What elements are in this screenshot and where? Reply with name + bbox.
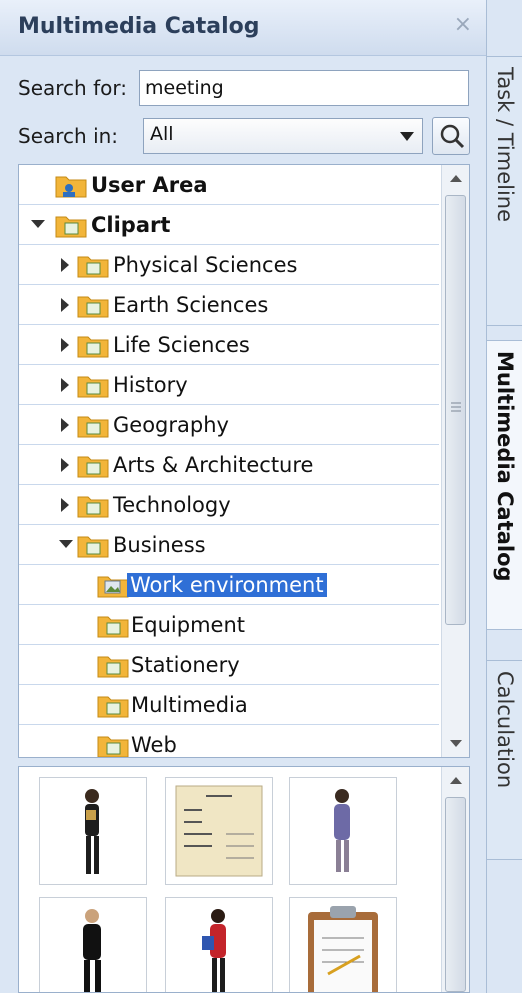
tree-item-clipart[interactable]: Clipart	[19, 205, 439, 245]
folder-icon	[97, 696, 129, 718]
tree-item-label: Work environment	[127, 573, 327, 597]
search-in-value: All	[150, 123, 174, 145]
tree-item-equipment[interactable]: Equipment	[19, 605, 439, 645]
folder-icon	[77, 456, 109, 478]
tree-item-physical-sciences[interactable]: Physical Sciences	[19, 245, 439, 285]
tab-task-timeline[interactable]: Task / Timeline	[487, 56, 522, 326]
tree-item-stationery[interactable]: Stationery	[19, 645, 439, 685]
thumbnail-item[interactable]	[289, 897, 397, 992]
folder-icon	[77, 296, 109, 318]
search-in-label: Search in:	[18, 124, 119, 148]
folder-icon	[55, 216, 87, 238]
tree-item-web[interactable]: Web	[19, 725, 439, 757]
panel-title: Multimedia Catalog	[18, 14, 260, 39]
tree-item-life-sciences[interactable]: Life Sciences	[19, 325, 439, 365]
folder-icon	[77, 256, 109, 278]
collapsed-arrow-icon[interactable]	[61, 418, 69, 432]
tree-item-label: History	[113, 373, 188, 397]
tree-item-label: User Area	[91, 173, 208, 197]
search-icon	[440, 124, 465, 149]
tab-label: Multimedia Catalog	[493, 351, 517, 582]
folder-icon	[77, 416, 109, 438]
scrollbar-thumb[interactable]	[445, 797, 466, 992]
collapsed-arrow-icon[interactable]	[61, 498, 69, 512]
tab-calculation[interactable]: Calculation	[487, 660, 522, 860]
tree-scrollbar[interactable]	[441, 165, 469, 757]
tree-item-label: Stationery	[131, 653, 240, 677]
thumbnail-item[interactable]	[165, 897, 273, 992]
businessman-walking-icon	[83, 909, 101, 992]
search-button[interactable]	[432, 117, 470, 155]
tree-item-label: Clipart	[91, 213, 171, 237]
grip-icon	[451, 402, 461, 412]
tree-item-work-environment[interactable]: Work environment	[19, 565, 439, 605]
tree-item-label: Physical Sciences	[113, 253, 298, 277]
tab-multimedia-catalog[interactable]: Multimedia Catalog	[487, 340, 522, 630]
tree-item-business[interactable]: Business	[19, 525, 439, 565]
scroll-down-icon[interactable]	[450, 740, 462, 747]
thumbnail-grid[interactable]	[18, 766, 470, 993]
scrollbar-thumb[interactable]	[445, 195, 466, 625]
tree-item-multimedia[interactable]: Multimedia	[19, 685, 439, 725]
tree-item-geography[interactable]: Geography	[19, 405, 439, 445]
panel-titlebar: Multimedia Catalog ×	[0, 0, 486, 56]
tree-item-history[interactable]: History	[19, 365, 439, 405]
folder-icon	[97, 616, 129, 638]
catalog-tree[interactable]: User Area Clipart Physical Sciences Eart…	[18, 164, 470, 758]
tree-item-label: Multimedia	[131, 693, 248, 717]
tree-item-label: Life Sciences	[113, 333, 250, 357]
businesswoman-walking-icon	[334, 789, 350, 872]
tree-item-label: Earth Sciences	[113, 293, 269, 317]
thumbnail-scrollbar[interactable]	[441, 767, 469, 992]
tab-label: Calculation	[493, 671, 517, 789]
collapsed-arrow-icon[interactable]	[61, 338, 69, 352]
tree-item-label: Arts & Architecture	[113, 453, 314, 477]
tree-item-technology[interactable]: Technology	[19, 485, 439, 525]
tree-item-arts-architecture[interactable]: Arts & Architecture	[19, 445, 439, 485]
tree-item-label: Equipment	[131, 613, 245, 637]
expanded-arrow-icon[interactable]	[31, 220, 45, 228]
businesswoman-with-clipboard-icon	[85, 789, 99, 874]
collapsed-arrow-icon[interactable]	[61, 458, 69, 472]
folder-icon	[77, 496, 109, 518]
tree-item-label: Web	[131, 733, 177, 757]
thumbnail-item[interactable]	[39, 897, 147, 992]
tree-item-label: Business	[113, 533, 206, 557]
clipboard-checklist-icon	[308, 906, 378, 992]
thumbnail-item[interactable]	[289, 777, 397, 885]
woman-with-red-bag-icon	[202, 909, 226, 992]
scroll-up-icon[interactable]	[450, 777, 462, 784]
app-root: Multimedia Catalog × Search for: Search …	[0, 0, 522, 993]
invoice-document-icon	[175, 785, 263, 877]
chevron-down-icon	[400, 132, 414, 141]
collapsed-arrow-icon[interactable]	[61, 298, 69, 312]
folder-icon	[77, 536, 109, 558]
user-folder-icon	[55, 176, 87, 198]
folder-icon	[77, 376, 109, 398]
collapsed-arrow-icon[interactable]	[61, 258, 69, 272]
expanded-arrow-icon[interactable]	[59, 540, 73, 548]
open-folder-icon	[97, 576, 129, 598]
folder-icon	[97, 656, 129, 678]
search-input[interactable]	[139, 70, 469, 106]
tab-label: Task / Timeline	[493, 67, 517, 223]
folder-icon	[97, 736, 129, 757]
collapsed-arrow-icon[interactable]	[61, 378, 69, 392]
close-icon[interactable]: ×	[454, 12, 472, 37]
multimedia-catalog-panel: Multimedia Catalog × Search for: Search …	[0, 0, 486, 993]
thumbnail-item[interactable]	[165, 777, 273, 885]
tree-item-label: Technology	[113, 493, 231, 517]
search-for-label: Search for:	[18, 76, 127, 100]
thumbnail-item[interactable]	[39, 777, 147, 885]
scroll-up-icon[interactable]	[450, 175, 462, 182]
folder-icon	[77, 336, 109, 358]
tree-item-earth-sciences[interactable]: Earth Sciences	[19, 285, 439, 325]
tree-item-user-area[interactable]: User Area	[19, 165, 439, 205]
search-in-dropdown[interactable]: All	[143, 118, 423, 154]
side-tabs: Task / Timeline Multimedia Catalog Calcu…	[486, 0, 522, 993]
tree-item-label: Geography	[113, 413, 229, 437]
